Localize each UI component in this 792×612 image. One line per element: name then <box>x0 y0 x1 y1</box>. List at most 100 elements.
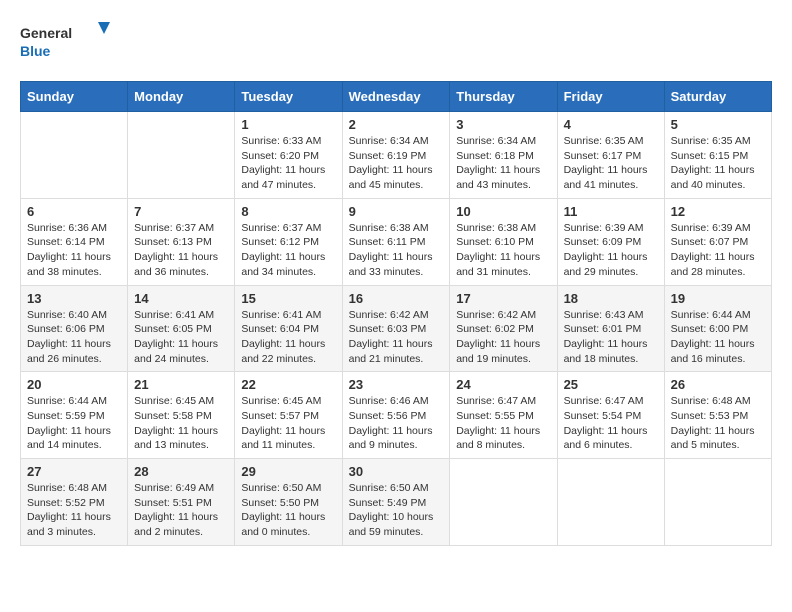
calendar-cell <box>450 459 557 546</box>
day-number: 28 <box>134 464 228 479</box>
day-info: Sunrise: 6:38 AM Sunset: 6:11 PM Dayligh… <box>349 221 444 280</box>
calendar-cell <box>664 459 771 546</box>
calendar-cell: 23 Sunrise: 6:46 AM Sunset: 5:56 PM Dayli… <box>342 372 450 459</box>
day-info: Sunrise: 6:34 AM Sunset: 6:18 PM Dayligh… <box>456 134 550 193</box>
day-info: Sunrise: 6:45 AM Sunset: 5:57 PM Dayligh… <box>241 394 335 453</box>
day-number: 26 <box>671 377 765 392</box>
calendar-cell: 4 Sunrise: 6:35 AM Sunset: 6:17 PM Daylig… <box>557 112 664 199</box>
day-number: 8 <box>241 204 335 219</box>
calendar-header-row: SundayMondayTuesdayWednesdayThursdayFrid… <box>21 82 772 112</box>
day-number: 13 <box>27 291 121 306</box>
calendar-cell: 16 Sunrise: 6:42 AM Sunset: 6:03 PM Dayli… <box>342 285 450 372</box>
calendar-cell: 26 Sunrise: 6:48 AM Sunset: 5:53 PM Dayli… <box>664 372 771 459</box>
day-number: 10 <box>456 204 550 219</box>
day-number: 30 <box>349 464 444 479</box>
svg-text:General: General <box>20 25 72 41</box>
calendar-table: SundayMondayTuesdayWednesdayThursdayFrid… <box>20 81 772 546</box>
day-number: 2 <box>349 117 444 132</box>
day-number: 16 <box>349 291 444 306</box>
col-header-friday: Friday <box>557 82 664 112</box>
calendar-cell: 25 Sunrise: 6:47 AM Sunset: 5:54 PM Dayli… <box>557 372 664 459</box>
day-number: 15 <box>241 291 335 306</box>
day-number: 24 <box>456 377 550 392</box>
day-info: Sunrise: 6:35 AM Sunset: 6:15 PM Dayligh… <box>671 134 765 193</box>
day-info: Sunrise: 6:39 AM Sunset: 6:09 PM Dayligh… <box>564 221 658 280</box>
calendar-week-row: 20 Sunrise: 6:44 AM Sunset: 5:59 PM Dayli… <box>21 372 772 459</box>
calendar-cell: 3 Sunrise: 6:34 AM Sunset: 6:18 PM Daylig… <box>450 112 557 199</box>
day-number: 23 <box>349 377 444 392</box>
calendar-cell: 7 Sunrise: 6:37 AM Sunset: 6:13 PM Daylig… <box>128 198 235 285</box>
day-number: 29 <box>241 464 335 479</box>
page-header: General Blue <box>20 20 772 65</box>
day-info: Sunrise: 6:45 AM Sunset: 5:58 PM Dayligh… <box>134 394 228 453</box>
day-number: 25 <box>564 377 658 392</box>
day-number: 17 <box>456 291 550 306</box>
calendar-cell: 17 Sunrise: 6:42 AM Sunset: 6:02 PM Dayli… <box>450 285 557 372</box>
day-info: Sunrise: 6:50 AM Sunset: 5:50 PM Dayligh… <box>241 481 335 540</box>
calendar-cell: 14 Sunrise: 6:41 AM Sunset: 6:05 PM Dayli… <box>128 285 235 372</box>
day-number: 21 <box>134 377 228 392</box>
day-info: Sunrise: 6:44 AM Sunset: 5:59 PM Dayligh… <box>27 394 121 453</box>
calendar-week-row: 13 Sunrise: 6:40 AM Sunset: 6:06 PM Dayli… <box>21 285 772 372</box>
calendar-cell: 12Sunrise: 6:39 AM Sunset: 6:07 PM Dayli… <box>664 198 771 285</box>
day-info: Sunrise: 6:42 AM Sunset: 6:03 PM Dayligh… <box>349 308 444 367</box>
day-number: 22 <box>241 377 335 392</box>
day-number: 6 <box>27 204 121 219</box>
day-number: 5 <box>671 117 765 132</box>
calendar-cell: 9Sunrise: 6:38 AM Sunset: 6:11 PM Daylig… <box>342 198 450 285</box>
day-number: 20 <box>27 377 121 392</box>
day-info: Sunrise: 6:44 AM Sunset: 6:00 PM Dayligh… <box>671 308 765 367</box>
col-header-thursday: Thursday <box>450 82 557 112</box>
col-header-tuesday: Tuesday <box>235 82 342 112</box>
day-info: Sunrise: 6:37 AM Sunset: 6:13 PM Dayligh… <box>134 221 228 280</box>
calendar-cell: 13 Sunrise: 6:40 AM Sunset: 6:06 PM Dayli… <box>21 285 128 372</box>
calendar-cell: 5 Sunrise: 6:35 AM Sunset: 6:15 PM Daylig… <box>664 112 771 199</box>
calendar-week-row: 6 Sunrise: 6:36 AM Sunset: 6:14 PM Daylig… <box>21 198 772 285</box>
calendar-cell <box>128 112 235 199</box>
day-number: 4 <box>564 117 658 132</box>
day-info: Sunrise: 6:39 AM Sunset: 6:07 PM Dayligh… <box>671 221 765 280</box>
day-info: Sunrise: 6:36 AM Sunset: 6:14 PM Dayligh… <box>27 221 121 280</box>
day-info: Sunrise: 6:47 AM Sunset: 5:54 PM Dayligh… <box>564 394 658 453</box>
day-info: Sunrise: 6:48 AM Sunset: 5:53 PM Dayligh… <box>671 394 765 453</box>
calendar-cell: 21 Sunrise: 6:45 AM Sunset: 5:58 PM Dayli… <box>128 372 235 459</box>
day-info: Sunrise: 6:35 AM Sunset: 6:17 PM Dayligh… <box>564 134 658 193</box>
calendar-cell: 8 Sunrise: 6:37 AM Sunset: 6:12 PM Daylig… <box>235 198 342 285</box>
calendar-cell: 20 Sunrise: 6:44 AM Sunset: 5:59 PM Dayli… <box>21 372 128 459</box>
calendar-cell: 22 Sunrise: 6:45 AM Sunset: 5:57 PM Dayli… <box>235 372 342 459</box>
day-info: Sunrise: 6:41 AM Sunset: 6:05 PM Dayligh… <box>134 308 228 367</box>
day-info: Sunrise: 6:37 AM Sunset: 6:12 PM Dayligh… <box>241 221 335 280</box>
day-number: 14 <box>134 291 228 306</box>
calendar-cell: 24 Sunrise: 6:47 AM Sunset: 5:55 PM Dayli… <box>450 372 557 459</box>
day-number: 27 <box>27 464 121 479</box>
day-info: Sunrise: 6:43 AM Sunset: 6:01 PM Dayligh… <box>564 308 658 367</box>
day-info: Sunrise: 6:49 AM Sunset: 5:51 PM Dayligh… <box>134 481 228 540</box>
day-number: 7 <box>134 204 228 219</box>
svg-text:Blue: Blue <box>20 43 51 59</box>
calendar-cell: 6 Sunrise: 6:36 AM Sunset: 6:14 PM Daylig… <box>21 198 128 285</box>
calendar-cell: 10 Sunrise: 6:38 AM Sunset: 6:10 PM Dayli… <box>450 198 557 285</box>
calendar-cell: 29 Sunrise: 6:50 AM Sunset: 5:50 PM Dayli… <box>235 459 342 546</box>
calendar-cell <box>21 112 128 199</box>
day-info: Sunrise: 6:48 AM Sunset: 5:52 PM Dayligh… <box>27 481 121 540</box>
calendar-cell: 1Sunrise: 6:33 AM Sunset: 6:20 PM Daylig… <box>235 112 342 199</box>
calendar-week-row: 27 Sunrise: 6:48 AM Sunset: 5:52 PM Dayli… <box>21 459 772 546</box>
calendar-cell: 30Sunrise: 6:50 AM Sunset: 5:49 PM Dayli… <box>342 459 450 546</box>
day-info: Sunrise: 6:46 AM Sunset: 5:56 PM Dayligh… <box>349 394 444 453</box>
day-info: Sunrise: 6:34 AM Sunset: 6:19 PM Dayligh… <box>349 134 444 193</box>
day-number: 3 <box>456 117 550 132</box>
calendar-cell: 15Sunrise: 6:41 AM Sunset: 6:04 PM Dayli… <box>235 285 342 372</box>
day-number: 19 <box>671 291 765 306</box>
day-number: 18 <box>564 291 658 306</box>
day-info: Sunrise: 6:40 AM Sunset: 6:06 PM Dayligh… <box>27 308 121 367</box>
logo-svg: General Blue <box>20 20 110 65</box>
day-number: 1 <box>241 117 335 132</box>
calendar-cell: 18 Sunrise: 6:43 AM Sunset: 6:01 PM Dayli… <box>557 285 664 372</box>
calendar-cell: 19 Sunrise: 6:44 AM Sunset: 6:00 PM Dayli… <box>664 285 771 372</box>
day-info: Sunrise: 6:47 AM Sunset: 5:55 PM Dayligh… <box>456 394 550 453</box>
day-info: Sunrise: 6:42 AM Sunset: 6:02 PM Dayligh… <box>456 308 550 367</box>
col-header-wednesday: Wednesday <box>342 82 450 112</box>
day-info: Sunrise: 6:38 AM Sunset: 6:10 PM Dayligh… <box>456 221 550 280</box>
calendar-cell: 27 Sunrise: 6:48 AM Sunset: 5:52 PM Dayli… <box>21 459 128 546</box>
calendar-cell: 28 Sunrise: 6:49 AM Sunset: 5:51 PM Dayli… <box>128 459 235 546</box>
